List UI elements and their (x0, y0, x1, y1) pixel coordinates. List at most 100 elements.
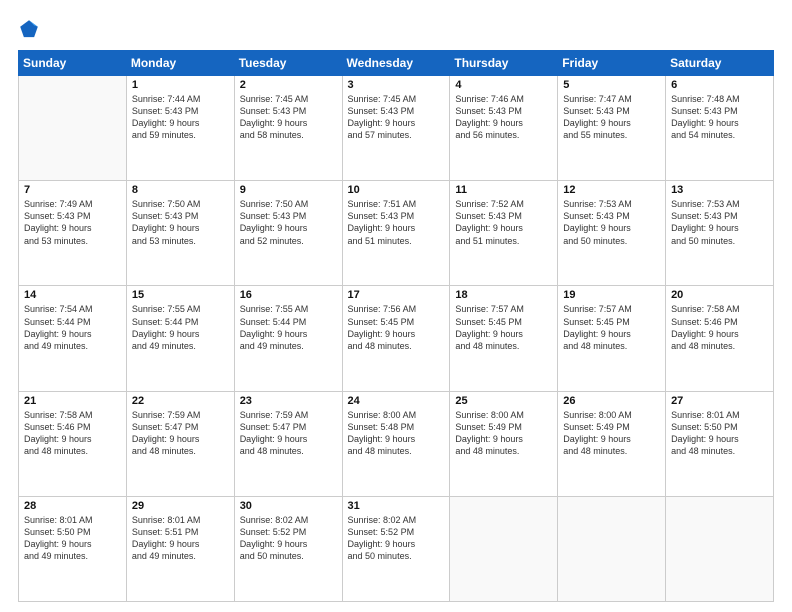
daylight-text: Daylight: 9 hoursand 48 minutes. (671, 329, 739, 351)
daylight-text: Daylight: 9 hoursand 50 minutes. (240, 539, 308, 561)
daylight-text: Daylight: 9 hoursand 48 minutes. (563, 434, 631, 456)
day-number: 13 (671, 184, 768, 196)
sunset-text: Sunset: 5:43 PM (348, 106, 415, 116)
sunset-text: Sunset: 5:46 PM (24, 422, 91, 432)
cell-info: Sunrise: 7:50 AMSunset: 5:43 PMDaylight:… (132, 198, 229, 247)
daylight-text: Daylight: 9 hoursand 48 minutes. (671, 434, 739, 456)
daylight-text: Daylight: 9 hoursand 49 minutes. (24, 329, 92, 351)
sunrise-text: Sunrise: 7:53 AM (563, 199, 632, 209)
daylight-text: Daylight: 9 hoursand 49 minutes. (240, 329, 308, 351)
daylight-text: Daylight: 9 hoursand 48 minutes. (563, 329, 631, 351)
weekday-header: Monday (126, 51, 234, 76)
daylight-text: Daylight: 9 hoursand 48 minutes. (455, 329, 523, 351)
daylight-text: Daylight: 9 hoursand 50 minutes. (671, 223, 739, 245)
sunrise-text: Sunrise: 7:51 AM (348, 199, 417, 209)
sunset-text: Sunset: 5:49 PM (563, 422, 630, 432)
weekday-header: Tuesday (234, 51, 342, 76)
day-number: 7 (24, 184, 121, 196)
daylight-text: Daylight: 9 hoursand 49 minutes. (132, 329, 200, 351)
sunrise-text: Sunrise: 7:45 AM (348, 94, 417, 104)
sunset-text: Sunset: 5:50 PM (671, 422, 738, 432)
calendar-table: SundayMondayTuesdayWednesdayThursdayFrid… (18, 50, 774, 602)
day-number: 11 (455, 184, 552, 196)
sunset-text: Sunset: 5:52 PM (348, 527, 415, 537)
calendar-cell (666, 496, 774, 601)
logo-icon (18, 18, 40, 40)
cell-info: Sunrise: 7:57 AMSunset: 5:45 PMDaylight:… (563, 303, 660, 352)
calendar-cell: 27Sunrise: 8:01 AMSunset: 5:50 PMDayligh… (666, 391, 774, 496)
sunrise-text: Sunrise: 8:01 AM (132, 515, 201, 525)
calendar-week: 14Sunrise: 7:54 AMSunset: 5:44 PMDayligh… (19, 286, 774, 391)
day-number: 16 (240, 289, 337, 301)
sunrise-text: Sunrise: 7:52 AM (455, 199, 524, 209)
weekday-header: Sunday (19, 51, 127, 76)
day-number: 14 (24, 289, 121, 301)
sunrise-text: Sunrise: 8:00 AM (563, 410, 632, 420)
sunrise-text: Sunrise: 8:02 AM (240, 515, 309, 525)
day-number: 28 (24, 500, 121, 512)
calendar-cell: 21Sunrise: 7:58 AMSunset: 5:46 PMDayligh… (19, 391, 127, 496)
day-number: 1 (132, 79, 229, 91)
sunrise-text: Sunrise: 7:55 AM (240, 304, 309, 314)
day-number: 20 (671, 289, 768, 301)
calendar-cell: 30Sunrise: 8:02 AMSunset: 5:52 PMDayligh… (234, 496, 342, 601)
day-number: 29 (132, 500, 229, 512)
day-number: 22 (132, 395, 229, 407)
calendar-cell: 31Sunrise: 8:02 AMSunset: 5:52 PMDayligh… (342, 496, 450, 601)
calendar-cell: 26Sunrise: 8:00 AMSunset: 5:49 PMDayligh… (558, 391, 666, 496)
cell-info: Sunrise: 7:56 AMSunset: 5:45 PMDaylight:… (348, 303, 445, 352)
calendar-cell: 1Sunrise: 7:44 AMSunset: 5:43 PMDaylight… (126, 76, 234, 181)
sunset-text: Sunset: 5:43 PM (348, 211, 415, 221)
calendar-cell: 11Sunrise: 7:52 AMSunset: 5:43 PMDayligh… (450, 181, 558, 286)
calendar-cell: 23 Sunrise: 7:59 AMSunset: 5:47 PMDayligh… (234, 391, 342, 496)
day-number: 23 (240, 395, 337, 407)
calendar-cell: 12Sunrise: 7:53 AMSunset: 5:43 PMDayligh… (558, 181, 666, 286)
sunrise-text: Sunrise: 8:01 AM (671, 410, 740, 420)
sunset-text: Sunset: 5:49 PM (455, 422, 522, 432)
daylight-text: Daylight: 9 hoursand 52 minutes. (240, 223, 308, 245)
sunrise-text: Sunrise: 7:57 AM (563, 304, 632, 314)
calendar-cell: 8Sunrise: 7:50 AMSunset: 5:43 PMDaylight… (126, 181, 234, 286)
sunrise-text: Sunrise: 7:44 AM (132, 94, 201, 104)
daylight-text: Daylight: 9 hoursand 48 minutes. (24, 434, 92, 456)
daylight-text: Daylight: 9 hoursand 58 minutes. (240, 118, 308, 140)
daylight-text: Daylight: 9 hoursand 53 minutes. (24, 223, 92, 245)
cell-info: Sunrise: 7:59 AMSunset: 5:47 PMDaylight:… (132, 409, 229, 458)
sunset-text: Sunset: 5:50 PM (24, 527, 91, 537)
sunrise-text: Sunrise: 7:56 AM (348, 304, 417, 314)
cell-info: Sunrise: 8:01 AMSunset: 5:51 PMDaylight:… (132, 514, 229, 563)
calendar-cell: 15Sunrise: 7:55 AMSunset: 5:44 PMDayligh… (126, 286, 234, 391)
sunset-text: Sunset: 5:44 PM (24, 317, 91, 327)
cell-info: Sunrise: 8:00 AM Sunset: 5:49 PM Daylight:… (455, 409, 552, 458)
page: SundayMondayTuesdayWednesdayThursdayFrid… (0, 0, 792, 612)
calendar-cell (19, 76, 127, 181)
daylight-text: Daylight: 9 hoursand 55 minutes. (563, 118, 631, 140)
calendar-cell: 24Sunrise: 8:00 AMSunset: 5:48 PMDayligh… (342, 391, 450, 496)
daylight-text: Daylight: 9 hoursand 48 minutes. (240, 434, 308, 456)
calendar-cell: 29Sunrise: 8:01 AMSunset: 5:51 PMDayligh… (126, 496, 234, 601)
cell-info: Sunrise: 7:59 AMSunset: 5:47 PMDaylight:… (240, 409, 337, 458)
sunset-text: Sunset: 5:43 PM (455, 106, 522, 116)
daylight-text: Daylight: 9 hoursand 48 minutes. (455, 434, 523, 456)
calendar-cell: 22 Sunrise: 7:59 AMSunset: 5:47 PMDayligh… (126, 391, 234, 496)
day-number: 17 (348, 289, 445, 301)
sunrise-text: Sunrise: 8:02 AM (348, 515, 417, 525)
day-number: 24 (348, 395, 445, 407)
sunset-text: Sunset: 5:43 PM (132, 211, 199, 221)
sunrise-text: Sunrise: 7:58 AM (24, 410, 93, 420)
cell-info: Sunrise: 8:00 AM Sunset: 5:49 PM Daylight:… (563, 409, 660, 458)
daylight-text: Daylight: 9 hoursand 54 minutes. (671, 118, 739, 140)
calendar-cell: 16Sunrise: 7:55 AMSunset: 5:44 PMDayligh… (234, 286, 342, 391)
calendar-cell: 2Sunrise: 7:45 AMSunset: 5:43 PMDaylight… (234, 76, 342, 181)
sunrise-text: Sunrise: 8:01 AM (24, 515, 93, 525)
calendar-cell: 3Sunrise: 7:45 AMSunset: 5:43 PMDaylight… (342, 76, 450, 181)
logo (18, 18, 44, 40)
sunrise-text: Sunrise: 8:00 AM (455, 410, 524, 420)
day-number: 2 (240, 79, 337, 91)
sunrise-text: Sunrise: 7:53 AM (671, 199, 740, 209)
cell-info: Sunrise: 7:57 AMSunset: 5:45 PMDaylight:… (455, 303, 552, 352)
cell-info: Sunrise: 7:53 AMSunset: 5:43 PMDaylight:… (671, 198, 768, 247)
sunset-text: Sunset: 5:51 PM (132, 527, 199, 537)
calendar-cell: 10Sunrise: 7:51 AMSunset: 5:43 PMDayligh… (342, 181, 450, 286)
daylight-text: Daylight: 9 hoursand 50 minutes. (348, 539, 416, 561)
